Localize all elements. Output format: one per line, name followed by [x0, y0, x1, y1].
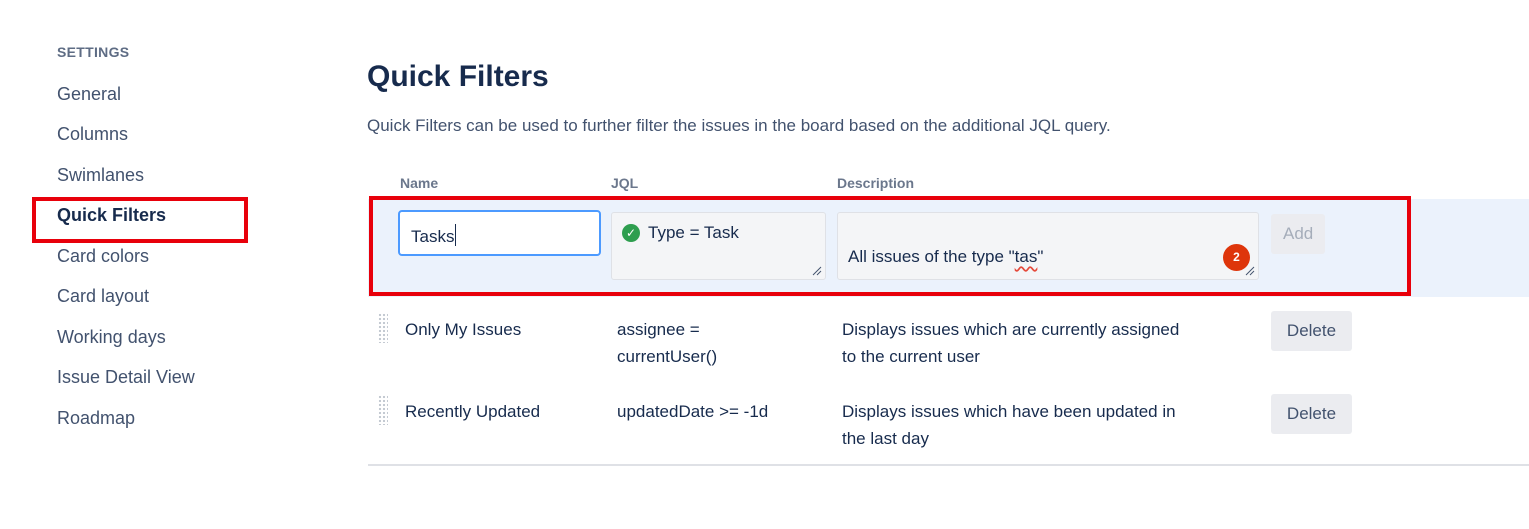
table-bottom-divider — [368, 464, 1529, 466]
sidebar-item-card-colors[interactable]: Card colors — [57, 246, 149, 267]
sidebar-item-card-layout[interactable]: Card layout — [57, 286, 149, 307]
filter-jql-line: updatedDate >= -1d — [617, 402, 769, 421]
filter-description-line: the last day — [842, 429, 929, 448]
column-header-description: Description — [837, 175, 915, 191]
delete-filter-button[interactable]: Delete — [1271, 394, 1352, 434]
sidebar-item-roadmap[interactable]: Roadmap — [57, 408, 135, 429]
active-item-highlight — [32, 197, 248, 243]
settings-heading: SETTINGS — [57, 44, 130, 60]
drag-handle-icon[interactable] — [378, 313, 388, 343]
sidebar-item-issue-detail-view[interactable]: Issue Detail View — [57, 367, 195, 388]
filter-description-line: Displays issues which have been updated … — [842, 402, 1176, 421]
filter-jql-line: assignee = — [617, 320, 700, 339]
filter-name: Only My Issues — [405, 320, 522, 339]
sidebar-item-general[interactable]: General — [57, 84, 121, 105]
delete-filter-button[interactable]: Delete — [1271, 311, 1352, 351]
drag-handle-icon[interactable] — [378, 395, 388, 425]
filter-description-line: to the current user — [842, 347, 980, 366]
page-description: Quick Filters can be used to further fil… — [367, 116, 1111, 135]
column-header-name: Name — [400, 175, 439, 191]
filter-name: Recently Updated — [405, 402, 541, 421]
sidebar-item-columns[interactable]: Columns — [57, 124, 128, 145]
sidebar-item-swimlanes[interactable]: Swimlanes — [57, 165, 144, 186]
settings-sidebar: SETTINGS — [57, 44, 277, 66]
new-filter-highlight — [369, 196, 1411, 296]
filter-jql-line: currentUser() — [617, 347, 718, 366]
column-header-jql: JQL — [611, 175, 639, 191]
page-title: Quick Filters — [367, 60, 549, 93]
sidebar-item-working-days[interactable]: Working days — [57, 327, 166, 348]
filter-description-line: Displays issues which are currently assi… — [842, 320, 1180, 339]
